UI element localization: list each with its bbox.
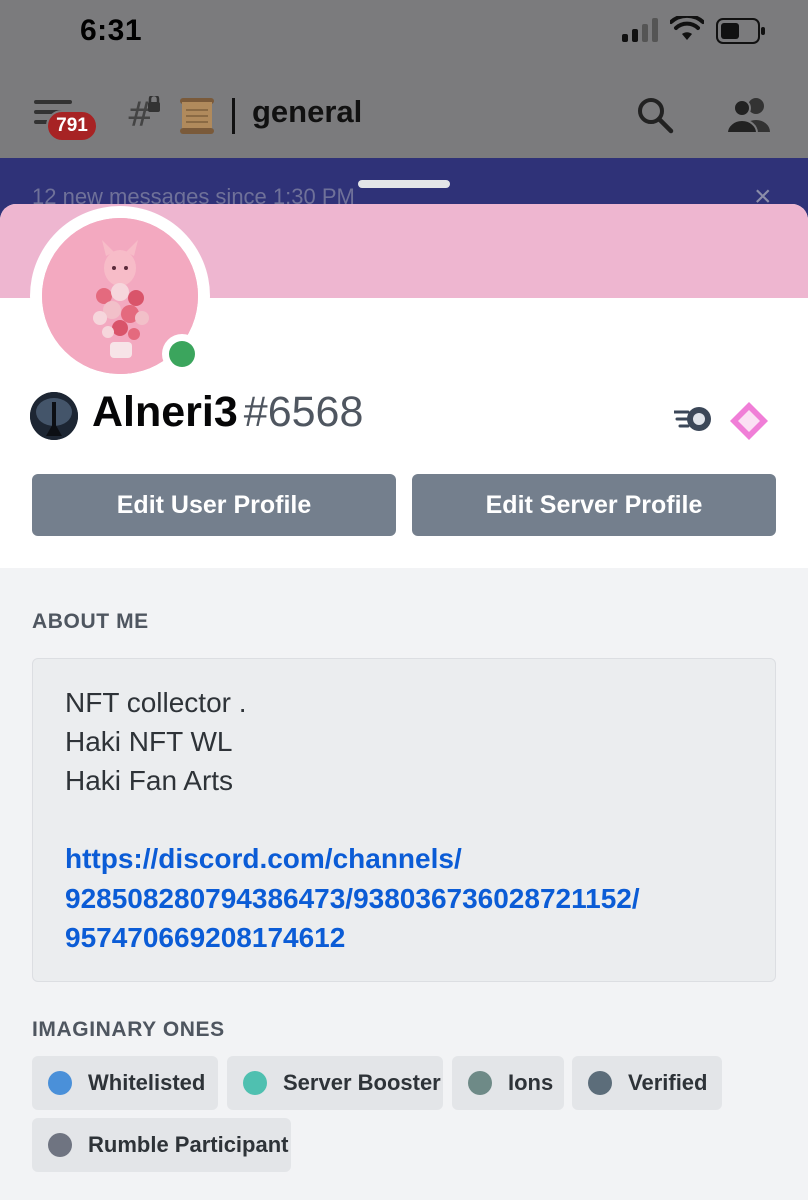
wifi-icon bbox=[670, 16, 704, 40]
role-pill[interactable]: Verified bbox=[572, 1056, 722, 1110]
profile-sheet: Alneri3 #6568 Edit User Profile Edit Serv… bbox=[0, 204, 808, 1200]
username-text: Alneri3 bbox=[92, 388, 238, 436]
online-status-icon bbox=[162, 334, 202, 374]
channel-header: 791 # general bbox=[0, 80, 808, 158]
sheet-drag-handle[interactable] bbox=[358, 180, 450, 188]
about-line: NFT collector . bbox=[65, 687, 247, 718]
status-time: 6:31 bbox=[80, 14, 143, 47]
unread-badge: 791 bbox=[46, 110, 98, 142]
battery-icon bbox=[716, 18, 765, 44]
role-label: Whitelisted bbox=[88, 1070, 206, 1095]
mini-avatar-icon bbox=[30, 392, 78, 440]
about-line: Haki Fan Arts bbox=[65, 765, 234, 796]
role-color-dot bbox=[243, 1071, 267, 1095]
role-pill[interactable]: Rumble Participant bbox=[32, 1118, 291, 1172]
members-icon[interactable] bbox=[726, 96, 772, 134]
about-me-title: ABOUT ME bbox=[32, 610, 149, 633]
edit-user-profile-button[interactable]: Edit User Profile bbox=[32, 474, 396, 536]
nitro-icon[interactable] bbox=[674, 402, 714, 434]
role-color-dot bbox=[48, 1133, 72, 1157]
profile-username: Alneri3 #6568 bbox=[92, 388, 363, 437]
header-divider bbox=[232, 98, 235, 134]
about-me-box: NFT collector . Haki NFT WL Haki Fan Art… bbox=[32, 658, 776, 982]
scroll-emoji-icon bbox=[180, 98, 214, 134]
roles-title: IMAGINARY ONES bbox=[32, 1018, 225, 1041]
search-icon[interactable] bbox=[636, 96, 674, 134]
role-pill[interactable]: Ions bbox=[452, 1056, 564, 1110]
role-color-dot bbox=[468, 1071, 492, 1095]
cellular-signal-icon bbox=[622, 18, 660, 42]
role-pill[interactable]: Whitelisted bbox=[32, 1056, 218, 1110]
about-link[interactable]: 957470669208174612 bbox=[65, 922, 345, 954]
locked-hash-icon: # bbox=[126, 96, 160, 132]
role-label: Rumble Participant bbox=[88, 1132, 289, 1157]
server-boost-icon[interactable] bbox=[728, 400, 770, 442]
role-color-dot bbox=[48, 1071, 72, 1095]
role-label: Ions bbox=[508, 1070, 554, 1095]
channel-name[interactable]: general bbox=[252, 94, 362, 130]
status-bar: 6:31 bbox=[0, 0, 808, 70]
edit-server-profile-button[interactable]: Edit Server Profile bbox=[412, 474, 776, 536]
role-pill[interactable]: Server Booster bbox=[227, 1056, 443, 1110]
role-color-dot bbox=[588, 1071, 612, 1095]
role-label: Verified bbox=[628, 1070, 708, 1095]
avatar-ring bbox=[30, 206, 210, 386]
about-line: Haki NFT WL bbox=[65, 726, 233, 757]
about-link[interactable]: https://discord.com/channels/ bbox=[65, 843, 462, 875]
discriminator: #6568 bbox=[243, 388, 364, 436]
role-label: Server Booster bbox=[283, 1070, 441, 1095]
about-link[interactable]: 928508280794386473/938036736028721152/ bbox=[65, 883, 640, 915]
